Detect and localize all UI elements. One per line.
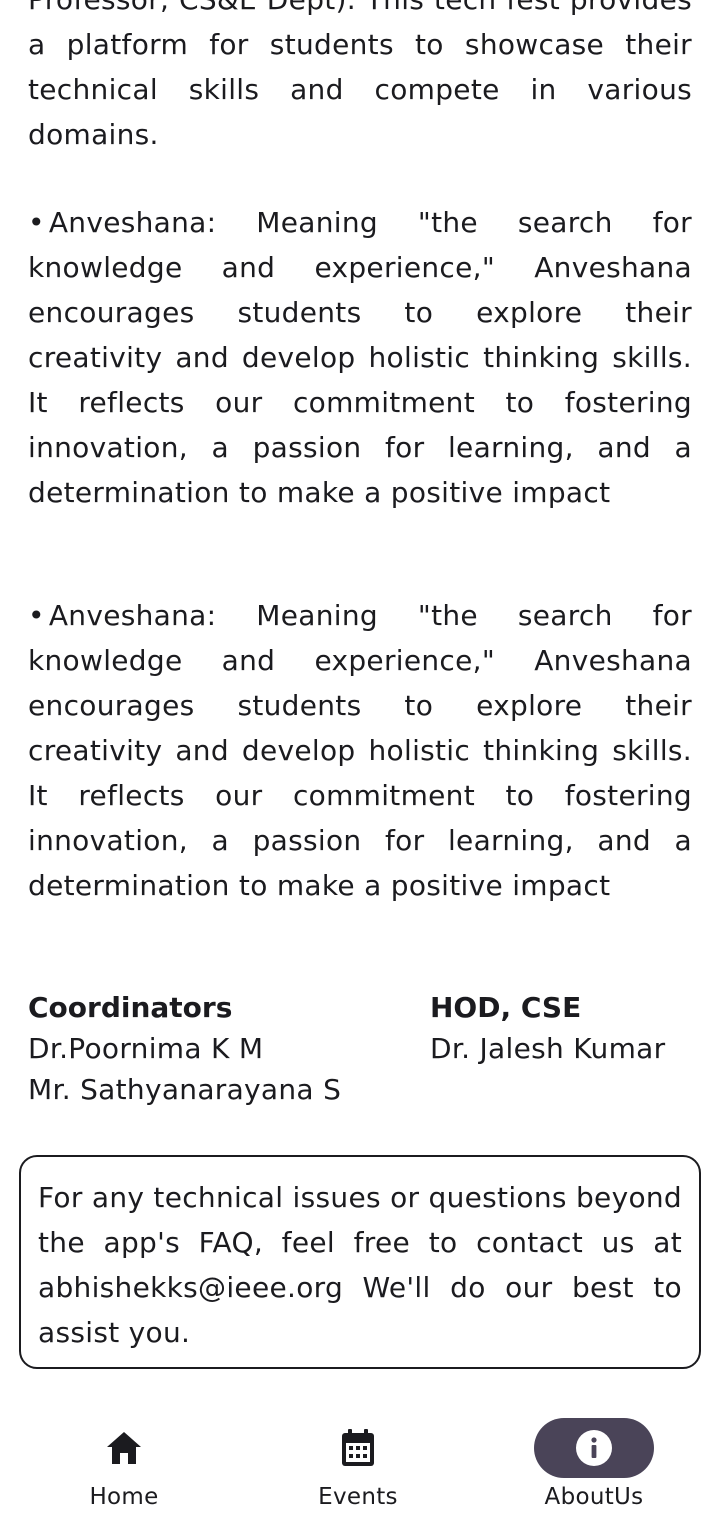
bullet-text: Anveshana: Meaning "the search for knowl…	[28, 206, 692, 509]
bullet-paragraph: • Anveshana: Meaning "the search for know…	[28, 200, 692, 515]
nav-indicator	[64, 1418, 184, 1478]
bullet-mark: •	[28, 206, 45, 239]
hod-column: HOD, CSE Dr. Jalesh Kumar	[430, 988, 665, 1069]
hod-name: Dr. Jalesh Kumar	[430, 1032, 666, 1065]
nav-indicator-active	[534, 1418, 654, 1478]
coordinators-column: Coordinators Dr.Poornima K M Mr. Sathyan…	[28, 988, 341, 1110]
calendar-icon	[340, 1428, 376, 1468]
bullet-paragraph: • Anveshana: Meaning "the search for know…	[28, 593, 692, 908]
home-icon	[105, 1430, 143, 1466]
info-icon	[575, 1429, 613, 1467]
contact-card: For any technical issues or questions be…	[19, 1155, 701, 1369]
coordinator-name: Dr.Poornima K M	[28, 1032, 264, 1065]
coordinator-name: Mr. Sathyanarayana S	[28, 1073, 342, 1106]
nav-item-events[interactable]: Events	[258, 1418, 458, 1512]
coordinators-title: Coordinators	[28, 991, 233, 1024]
bullet-text: Anveshana: Meaning "the search for knowl…	[28, 599, 692, 902]
bullet-mark: •	[28, 599, 45, 632]
nav-label: Events	[318, 1484, 398, 1510]
nav-item-aboutus[interactable]: AboutUs	[494, 1418, 694, 1512]
nav-label: AboutUs	[544, 1484, 644, 1510]
nav-label: Home	[89, 1484, 159, 1510]
nav-indicator	[298, 1418, 418, 1478]
nav-item-home[interactable]: Home	[24, 1418, 224, 1512]
contact-text: For any technical issues or questions be…	[38, 1181, 682, 1349]
hod-title: HOD, CSE	[430, 991, 582, 1024]
bottom-navigation-bar: Home Events AboutUs	[0, 1400, 720, 1536]
intro-paragraph: Professor, CS&E Dept). This tech fest pr…	[28, 0, 692, 151]
